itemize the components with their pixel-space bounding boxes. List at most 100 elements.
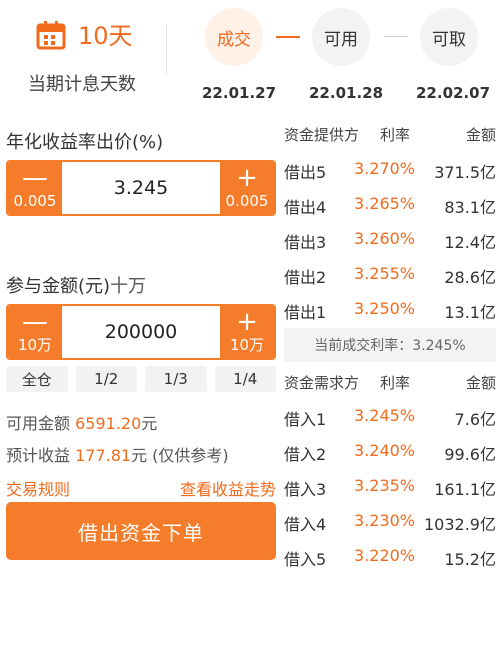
supply-row[interactable]: 借出4 3.265% 83.1亿	[284, 194, 496, 224]
rate-decrease-unit: 0.005	[13, 192, 57, 210]
trading-rules-link[interactable]: 交易规则	[6, 480, 70, 499]
income-trend-link[interactable]: 查看收益走势	[180, 476, 276, 500]
supply-row[interactable]: 借出3 3.260% 12.4亿	[284, 229, 496, 259]
row-amount: 161.1亿	[434, 480, 496, 499]
row-rate: 3.255%	[354, 264, 416, 283]
row-party: 借入3	[284, 480, 327, 499]
plus-icon: +	[236, 307, 258, 337]
row-rate: 3.230%	[354, 511, 416, 530]
divider	[166, 24, 167, 74]
row-rate: 3.260%	[354, 229, 416, 248]
step-deal: 成交	[205, 8, 263, 66]
supply-header-rate: 利率	[380, 126, 411, 144]
lend-order-button[interactable]: 借出资金下单	[6, 502, 276, 560]
row-amount: 12.4亿	[444, 233, 496, 252]
plus-icon: +	[236, 163, 258, 193]
demand-row[interactable]: 借入2 3.240% 99.6亿	[284, 441, 496, 471]
demand-row[interactable]: 借入4 3.230% 1032.9亿	[284, 511, 496, 541]
demand-row[interactable]: 借入3 3.235% 161.1亿	[284, 476, 496, 506]
interest-days-label: 当期计息天数	[28, 74, 136, 95]
row-rate: 3.250%	[354, 299, 416, 318]
amount-increase-unit: 10万	[229, 336, 265, 354]
amount-input[interactable]: 200000	[62, 306, 220, 358]
rate-increase-button[interactable]: + 0.005	[220, 162, 274, 214]
expected-label: 预计收益	[6, 446, 71, 465]
demand-row[interactable]: 借入5 3.220% 15.2亿	[284, 546, 496, 576]
step-available: 可用	[312, 8, 370, 66]
row-amount: 28.6亿	[444, 268, 496, 287]
available-amount: 可用金额 6591.20元	[6, 410, 157, 434]
row-rate: 3.220%	[354, 546, 416, 565]
supply-header-party: 资金提供方	[284, 126, 360, 144]
amount-decrease-button[interactable]: — 10万	[8, 306, 62, 358]
interest-days-box: 10天 当期计息天数	[24, 10, 164, 95]
amount-decrease-unit: 10万	[17, 336, 53, 354]
row-amount: 1032.9亿	[424, 515, 496, 534]
row-rate: 3.240%	[354, 441, 416, 460]
demand-header-party: 资金需求方	[284, 374, 360, 392]
row-amount: 7.6亿	[454, 410, 496, 429]
available-unit: 元	[141, 414, 158, 433]
amount-stepper: — 10万 200000 + 10万	[6, 304, 276, 360]
row-party: 借出5	[284, 163, 327, 182]
demand-header: 资金需求方 利率 金额	[284, 372, 496, 402]
row-party: 借出1	[284, 303, 327, 322]
expected-value: 177.81	[75, 446, 132, 465]
rate-increase-unit: 0.005	[225, 192, 269, 210]
row-rate: 3.245%	[354, 406, 416, 425]
row-amount: 13.1亿	[444, 303, 496, 322]
demand-header-amount: 金额	[465, 374, 496, 392]
available-label: 可用金额	[6, 414, 71, 433]
step-connector	[384, 36, 408, 37]
quick-amount-half[interactable]: 1/2	[75, 366, 137, 392]
supply-row[interactable]: 借出5 3.270% 371.5亿	[284, 159, 496, 189]
current-deal-rate: 当前成交利率：3.245%	[284, 328, 496, 362]
available-value: 6591.20	[75, 414, 142, 433]
minus-icon: —	[22, 307, 48, 337]
settlement-header: 10天 当期计息天数 成交 可用 可取 22.01.27 22.01.28 22…	[0, 0, 500, 112]
demand-header-rate: 利率	[380, 374, 411, 392]
rate-input[interactable]: 3.245	[62, 162, 220, 214]
supply-row[interactable]: 借出2 3.255% 28.6亿	[284, 264, 496, 294]
amount-title-text: 参与金额(元)	[6, 276, 111, 297]
amount-title-unit: 十万	[110, 276, 147, 297]
row-party: 借入1	[284, 410, 327, 429]
row-party: 借出4	[284, 198, 327, 217]
row-rate: 3.265%	[354, 194, 416, 213]
step-date-available: 22.01.28	[309, 84, 384, 102]
quick-amount-bar: 全仓 1/2 1/3 1/4	[6, 366, 276, 392]
row-party: 借入2	[284, 445, 327, 464]
calendar-icon	[36, 21, 66, 50]
row-amount: 83.1亿	[444, 198, 496, 217]
supply-row[interactable]: 借出1 3.250% 13.1亿	[284, 299, 496, 329]
rate-stepper: — 0.005 3.245 + 0.005	[6, 160, 276, 216]
rate-title: 年化收益率出价(%)	[6, 132, 164, 153]
demand-row[interactable]: 借入1 3.245% 7.6亿	[284, 406, 496, 436]
quick-amount-all[interactable]: 全仓	[6, 366, 68, 392]
amount-title: 参与金额(元)十万	[6, 272, 146, 298]
row-party: 借入5	[284, 550, 327, 569]
amount-increase-button[interactable]: + 10万	[220, 306, 274, 358]
step-withdrawable: 可取	[420, 8, 478, 66]
quick-amount-third[interactable]: 1/3	[145, 366, 207, 392]
row-rate: 3.270%	[354, 159, 416, 178]
expected-unit: 元 (仅供参考)	[131, 446, 229, 465]
row-party: 借出2	[284, 268, 327, 287]
step-date-deal: 22.01.27	[202, 84, 277, 102]
rate-decrease-button[interactable]: — 0.005	[8, 162, 62, 214]
row-party: 借入4	[284, 515, 327, 534]
row-amount: 99.6亿	[444, 445, 496, 464]
expected-income: 预计收益 177.81元 (仅供参考)	[6, 442, 229, 466]
row-party: 借出3	[284, 233, 327, 252]
interest-days-value: 10天	[78, 22, 133, 50]
step-date-withdrawable: 22.02.07	[416, 84, 491, 102]
links-row: 交易规则 查看收益走势	[6, 476, 276, 500]
quick-amount-quarter[interactable]: 1/4	[214, 366, 276, 392]
supply-header: 资金提供方 利率 金额	[284, 124, 496, 154]
minus-icon: —	[22, 163, 48, 193]
step-connector	[276, 36, 300, 38]
row-amount: 15.2亿	[444, 550, 496, 569]
supply-header-amount: 金额	[465, 126, 496, 144]
row-amount: 371.5亿	[434, 163, 496, 182]
row-rate: 3.235%	[354, 476, 416, 495]
